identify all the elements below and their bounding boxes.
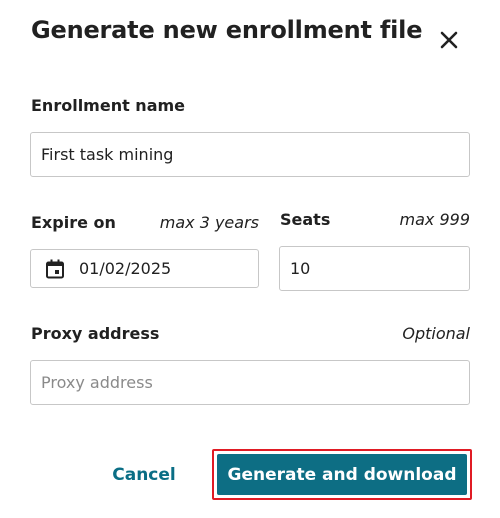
expire-on-label: Expire on bbox=[31, 213, 116, 232]
expire-on-field[interactable] bbox=[30, 249, 259, 288]
seats-label: Seats bbox=[280, 210, 331, 229]
proxy-address-field[interactable] bbox=[30, 360, 470, 405]
seats-input[interactable] bbox=[290, 259, 469, 278]
calendar-icon[interactable] bbox=[43, 257, 67, 281]
proxy-address-input[interactable] bbox=[41, 373, 469, 392]
close-button[interactable] bbox=[436, 27, 462, 53]
proxy-address-label: Proxy address bbox=[31, 324, 160, 343]
enrollment-dialog: Generate new enrollment file Enrollment … bbox=[0, 0, 500, 518]
cancel-button[interactable]: Cancel bbox=[100, 456, 188, 494]
close-icon bbox=[440, 31, 458, 49]
proxy-address-hint: Optional bbox=[402, 324, 470, 343]
seats-hint: max 999 bbox=[399, 210, 470, 229]
generate-button-highlight: Generate and download bbox=[212, 449, 472, 500]
expire-on-hint: max 3 years bbox=[159, 213, 259, 232]
enrollment-name-field[interactable] bbox=[30, 132, 470, 177]
generate-and-download-button[interactable]: Generate and download bbox=[217, 454, 467, 495]
enrollment-name-input[interactable] bbox=[41, 145, 469, 164]
dialog-title: Generate new enrollment file bbox=[31, 16, 423, 44]
seats-field[interactable] bbox=[279, 246, 470, 291]
expire-on-input[interactable] bbox=[79, 259, 258, 278]
enrollment-name-label: Enrollment name bbox=[31, 96, 186, 115]
